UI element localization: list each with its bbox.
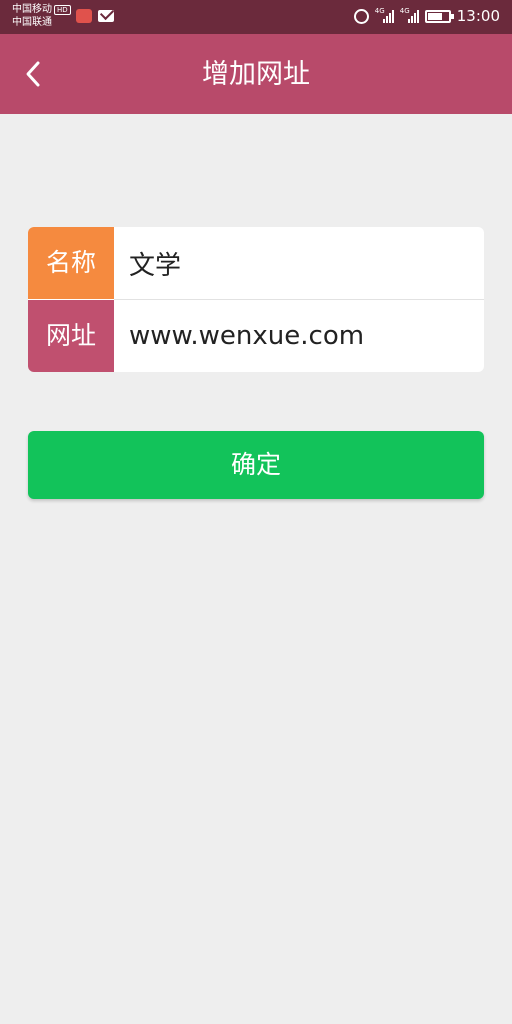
carrier-info: 中国移动 HD 中国联通: [12, 3, 71, 29]
name-input[interactable]: [114, 227, 484, 299]
url-label: 网址: [28, 300, 114, 372]
signal-icon: 4G: [400, 7, 419, 23]
weibo-icon: [76, 9, 92, 23]
page-title: 增加网址: [202, 59, 310, 90]
confirm-button[interactable]: 确定: [28, 431, 484, 499]
carrier-1: 中国移动: [12, 4, 52, 15]
url-input[interactable]: [114, 300, 484, 372]
carrier-2: 中国联通: [12, 17, 52, 28]
signal-icon: 4G: [375, 7, 394, 23]
name-row: 名称: [28, 227, 484, 299]
hd-badge: HD: [54, 4, 71, 15]
name-label: 名称: [28, 227, 114, 299]
url-form: 名称 网址: [28, 227, 484, 372]
battery-icon: [424, 9, 454, 23]
status-bar: 中国移动 HD 中国联通 4G 4G 13:00: [0, 0, 512, 34]
mail-icon: [98, 10, 114, 22]
status-indicators: 4G 4G 13:00: [353, 7, 500, 25]
alarm-icon: [353, 8, 369, 24]
app-bar: 增加网址: [0, 34, 512, 114]
status-time: 13:00: [456, 7, 500, 25]
url-row: 网址: [28, 300, 484, 372]
notification-icons: [76, 9, 114, 23]
